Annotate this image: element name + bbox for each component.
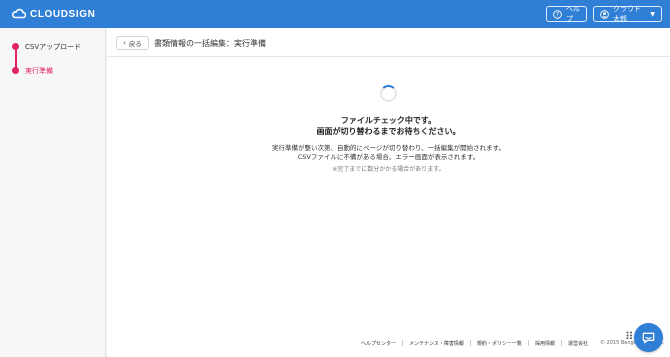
step-sidebar [0, 28, 106, 357]
user-circle-icon [600, 9, 609, 19]
status-note: ※完了までに数分かかる場合があります。 [332, 166, 445, 173]
chat-support-button[interactable] [634, 323, 663, 352]
question-circle-icon: ? [553, 9, 562, 19]
user-menu-button[interactable]: クラウド太郎 ▼ [593, 5, 662, 23]
grid-dots-icon [626, 331, 632, 339]
user-name: クラウド太郎 [613, 5, 641, 23]
footer-link-maintenance[interactable]: メンテナンス・障害情報 [403, 340, 470, 347]
cloudsign-logo[interactable]: CLOUDSIGN [12, 7, 95, 21]
status-title-line1: ファイルチェック中です。 [340, 116, 437, 125]
chevron-left-icon: ‹ [123, 39, 126, 47]
main-content-panel [107, 57, 670, 357]
chat-bubble-icon [642, 332, 655, 344]
footer-link-policies[interactable]: 規約・ポリシー一覧 [471, 340, 528, 347]
page-header: ‹ 戻る 書類情報の一括編集：実行準備 [107, 28, 670, 57]
back-button[interactable]: ‹ 戻る [116, 36, 149, 50]
footer-link-company[interactable]: 運営会社 [562, 340, 594, 347]
page-title: 書類情報の一括編集：実行準備 [154, 39, 266, 48]
help-button[interactable]: ? ヘルプ [546, 5, 587, 23]
top-navigation-bar: CLOUDSIGN ? ヘルプ クラウド太郎 ▼ [0, 0, 670, 28]
back-label: 戻る [128, 40, 142, 48]
cloud-logo-icon [12, 8, 26, 19]
help-label: ヘルプ [566, 5, 580, 23]
footer-link-help-center[interactable]: ヘルプセンター [355, 340, 402, 347]
step-indicator-prepare [12, 67, 19, 74]
caret-down-icon: ▼ [650, 10, 655, 18]
footer-links: ヘルプセンター メンテナンス・障害情報 規約・ポリシー一覧 採用情報 運営会社 … [355, 339, 664, 347]
footer-link-careers[interactable]: 採用情報 [529, 340, 561, 347]
status-body-line2: CSVファイルに不備がある場合、エラー画面が表示されます。 [297, 153, 480, 161]
step-csv-upload: CSVアップロード [25, 43, 82, 51]
logo-text: CLOUDSIGN [30, 8, 96, 20]
loading-spinner [380, 85, 397, 102]
step-execution-prep: 実行準備 [25, 67, 53, 75]
step-indicator-upload [12, 43, 19, 50]
status-title-line2: 画面が切り替わるまでお待ちください。 [316, 127, 461, 136]
svg-text:?: ? [556, 12, 559, 18]
